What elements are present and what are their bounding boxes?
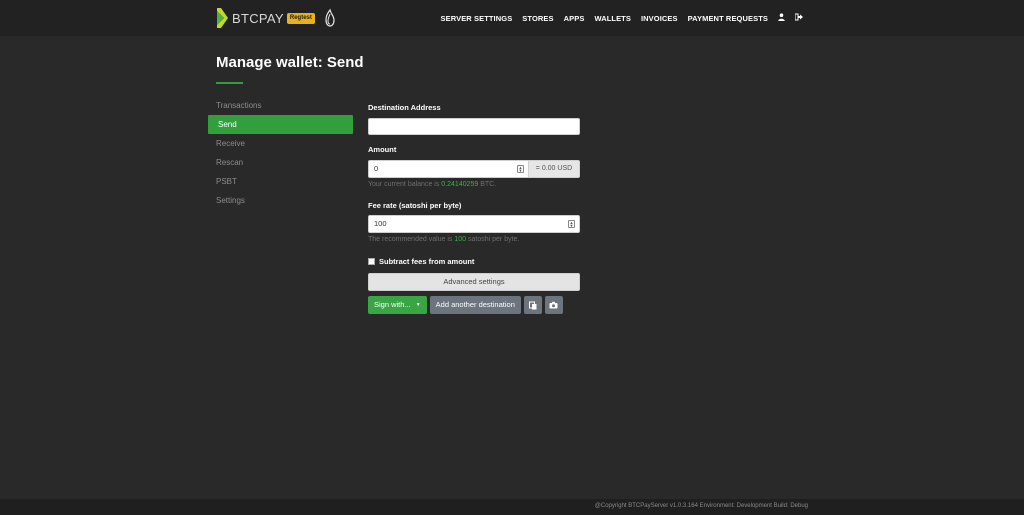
balance-value[interactable]: 0.24140259	[441, 181, 478, 188]
sidebar-item-send[interactable]: Send	[208, 115, 353, 134]
scan-qr-button[interactable]	[544, 296, 563, 314]
fee-help-prefix: The recommended value is	[368, 236, 455, 243]
action-buttons: Sign with... ▼ Add another destination	[368, 296, 581, 314]
fiat-equivalent: = 0.00 USD	[529, 160, 580, 178]
sidebar-item-rescan[interactable]: Rescan	[208, 153, 353, 172]
paste-icon	[528, 301, 537, 309]
amount-value: 0	[374, 164, 379, 173]
nav-stores[interactable]: STORES	[522, 14, 553, 23]
btcpay-logo-icon	[217, 8, 228, 28]
wallet-sidebar: Transactions Send Receive Rescan PSBT Se…	[208, 96, 353, 210]
amount-label: Amount	[368, 145, 397, 154]
add-destination-button[interactable]: Add another destination	[429, 296, 521, 314]
fee-rate-input[interactable]: 100 ▲ ▼	[368, 215, 580, 233]
logout-icon[interactable]	[794, 13, 803, 23]
title-underline	[216, 82, 243, 84]
sidebar-item-settings[interactable]: Settings	[208, 191, 353, 210]
fee-help-suffix: satoshi per byte.	[466, 236, 520, 243]
fee-input-group: 100 ▲ ▼	[368, 215, 581, 233]
nav-apps[interactable]: APPS	[564, 14, 585, 23]
destination-label: Destination Address	[368, 103, 441, 112]
sidebar-item-receive[interactable]: Receive	[208, 134, 353, 153]
recommended-fee-value[interactable]: 100	[454, 236, 466, 243]
network-badge: Regtest	[286, 12, 315, 24]
amount-spinner-icon[interactable]: ▲ ▼	[517, 165, 524, 173]
balance-help-prefix: Your current balance is	[368, 181, 442, 188]
nav-wallets[interactable]: WALLETS	[594, 14, 631, 23]
sign-with-button[interactable]: Sign with... ▼	[368, 296, 427, 314]
subtract-fees-row: Subtract fees from amount	[368, 257, 581, 266]
onion-icon	[325, 8, 335, 27]
nav-payment-requests[interactable]: PAYMENT REQUESTS	[688, 14, 768, 23]
brand-link[interactable]: BTCPAY Regtest	[216, 6, 337, 30]
subtract-fees-label[interactable]: Subtract fees from amount	[379, 257, 474, 266]
paste-button[interactable]	[523, 296, 542, 314]
top-navbar: BTCPAY Regtest SERVER SETTINGS STORES AP…	[0, 0, 1024, 36]
caret-down-icon: ▼	[415, 302, 421, 308]
nav-invoices[interactable]: INVOICES	[641, 14, 678, 23]
fee-spinner-icon[interactable]: ▲ ▼	[568, 220, 575, 228]
nav-menu: SERVER SETTINGS STORES APPS WALLETS INVO…	[431, 0, 803, 36]
footer: @Copyright BTCPayServer v1.0.3.164 Envir…	[0, 499, 1024, 515]
fee-rate-value: 100	[374, 219, 387, 228]
fee-rate-label: Fee rate (satoshi per byte)	[368, 201, 462, 210]
user-icon[interactable]	[778, 13, 785, 23]
destination-address-input[interactable]	[368, 118, 580, 135]
sign-with-label: Sign with...	[374, 300, 411, 309]
sidebar-item-psbt[interactable]: PSBT	[208, 172, 353, 191]
brand-name: BTCPAY	[232, 10, 284, 26]
fee-help: The recommended value is 100 satoshi per…	[368, 236, 581, 243]
balance-help: Your current balance is 0.24140259 BTC.	[368, 181, 581, 188]
amount-input[interactable]: 0 ▲ ▼	[368, 160, 529, 178]
amount-input-group: 0 ▲ ▼ = 0.00 USD	[368, 160, 581, 178]
sidebar-item-transactions[interactable]: Transactions	[208, 96, 353, 115]
page-title: Manage wallet: Send	[216, 54, 364, 71]
balance-help-suffix: BTC.	[478, 181, 497, 188]
subtract-fees-checkbox[interactable]	[368, 258, 375, 265]
nav-server-settings[interactable]: SERVER SETTINGS	[441, 14, 513, 23]
footer-copyright: @Copyright BTCPayServer v1.0.3.164 Envir…	[594, 503, 808, 509]
advanced-settings-button[interactable]: Advanced settings	[368, 273, 580, 291]
send-form: Destination Address Amount 0 ▲ ▼ = 0.00 U…	[368, 100, 581, 314]
camera-icon	[549, 301, 558, 309]
